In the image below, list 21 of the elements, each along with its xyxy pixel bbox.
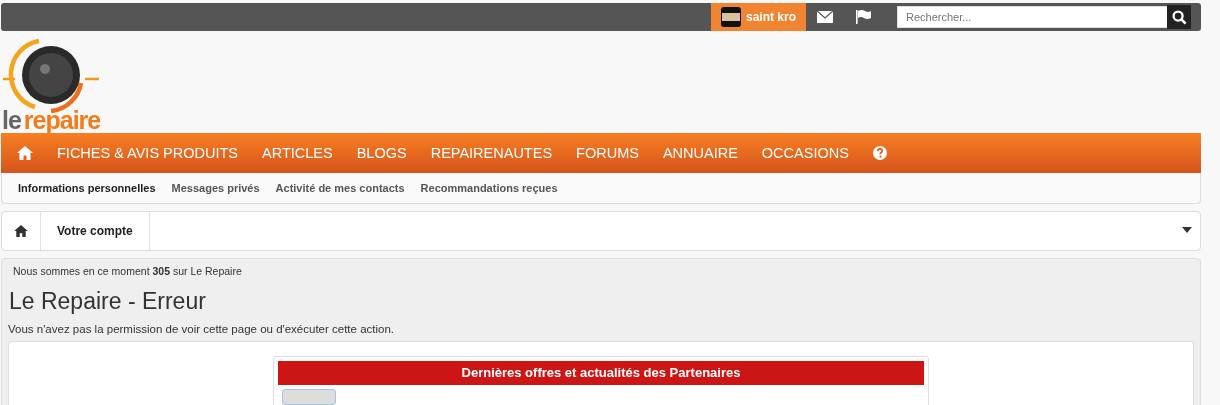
nav-link[interactable]: FORUMS: [564, 133, 651, 173]
avatar-icon: [721, 7, 741, 27]
error-message: Vous n'avez pas la permission de voir cette page ou d'exécuter cette action.: [8, 323, 396, 335]
page-title: Le Repaire - Erreur: [9, 288, 207, 315]
breadcrumb-link[interactable]: Votre compte: [41, 212, 150, 250]
nav-link[interactable]: BLOGS: [344, 133, 419, 173]
nav-link[interactable]: REPAIRENAUTES: [418, 133, 565, 173]
search-button[interactable]: [1167, 5, 1191, 29]
subnav-link[interactable]: Messages privés: [163, 182, 268, 194]
subnav-link[interactable]: Activité de mes contacts: [267, 182, 413, 194]
search-field[interactable]: Rechercher...: [897, 6, 1167, 28]
nav-link[interactable]: FICHES & AVIS PRODUITS: [45, 133, 251, 173]
subnav-link[interactable]: Informations personnelles: [10, 182, 164, 194]
subnav-link[interactable]: Recommandations reçues: [412, 182, 566, 194]
nav-link[interactable]: ARTICLES: [250, 133, 345, 173]
nav-link[interactable]: ANNUAIRE: [650, 133, 750, 173]
online-notice: Nous sommes en ce moment 305 sur Le Repaire: [13, 265, 243, 277]
partners-title: Dernières offres et actualités des Partenaires: [278, 361, 924, 385]
nav-link[interactable]: OCCASIONS: [749, 133, 861, 173]
caret-icon[interactable]: [1182, 227, 1192, 233]
user-menu[interactable]: saint kro: [711, 3, 806, 31]
